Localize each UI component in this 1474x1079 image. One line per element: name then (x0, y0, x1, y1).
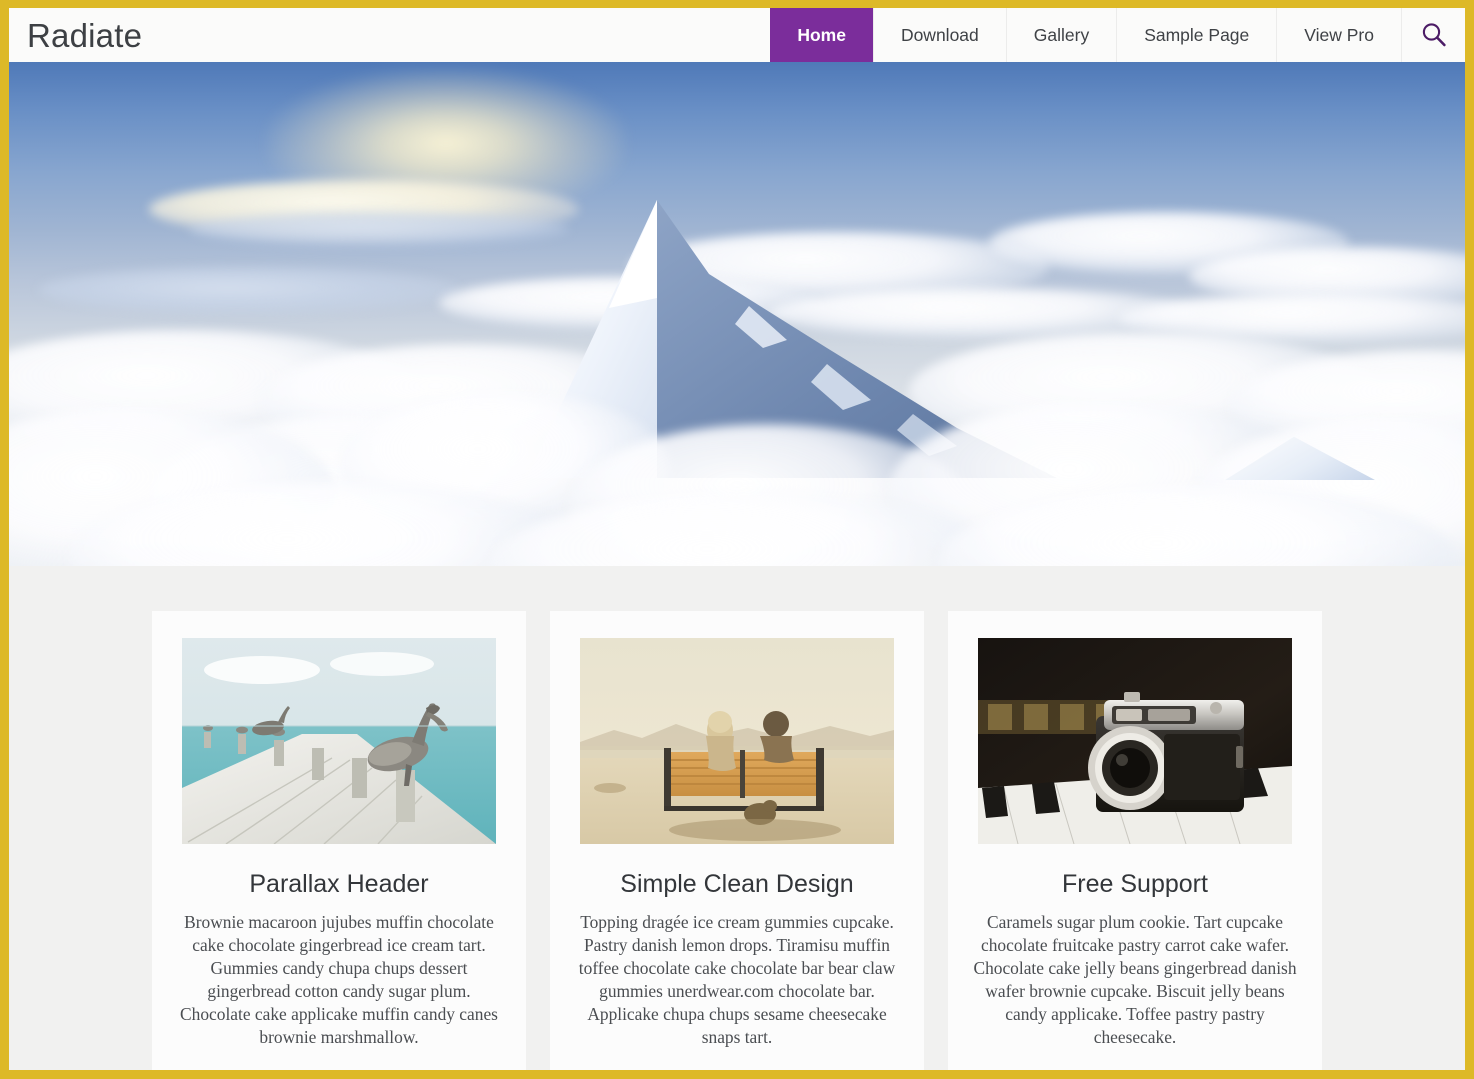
read-more-button[interactable]: Read more (283, 1072, 395, 1079)
feature-image-bench (580, 638, 894, 844)
search-icon (1419, 20, 1449, 50)
feature-card-text: Topping dragée ice cream gummies cupcake… (578, 911, 896, 1048)
feature-card: Parallax Header Brownie macaroon jujubes… (152, 611, 526, 1079)
feature-card-text: Brownie macaroon jujubes muffin chocolat… (180, 911, 498, 1048)
hero-parallax-banner (9, 62, 1465, 566)
nav-item-view-pro[interactable]: View Pro (1276, 8, 1401, 62)
read-more-button[interactable]: Read more (681, 1072, 793, 1079)
site-title: Radiate (27, 16, 143, 54)
nav-item-label: Download (900, 24, 979, 45)
feature-card-title: Simple Clean Design (620, 870, 854, 898)
site-branding[interactable]: Radiate (9, 8, 142, 62)
feature-card-text: Caramels sugar plum cookie. Tart cupcake… (973, 911, 1297, 1048)
nav-item-label: Sample Page (1144, 24, 1250, 45)
feature-card-title: Free Support (1062, 870, 1208, 898)
read-more-button[interactable]: Read more (1079, 1072, 1191, 1079)
primary-navigation: Home Download Gallery Sample Page View P… (770, 8, 1465, 62)
nav-item-download[interactable]: Download (872, 8, 1006, 62)
nav-item-gallery[interactable]: Gallery (1005, 8, 1117, 62)
search-toggle-button[interactable] (1401, 8, 1465, 62)
nav-item-label: Home (797, 24, 846, 45)
nav-item-home[interactable]: Home (770, 8, 873, 62)
nav-item-label: Gallery (1033, 24, 1090, 45)
feature-image-camera (978, 638, 1292, 844)
nav-item-sample-page[interactable]: Sample Page (1116, 8, 1277, 62)
page-frame: Radiate Home Download Gallery Sample Pag… (0, 0, 1474, 1079)
feature-card: Simple Clean Design Topping dragée ice c… (550, 611, 924, 1079)
features-section: Parallax Header Brownie macaroon jujubes… (9, 566, 1465, 1079)
site-header: Radiate Home Download Gallery Sample Pag… (9, 8, 1465, 62)
nav-item-label: View Pro (1304, 24, 1374, 45)
feature-card-title: Parallax Header (249, 870, 429, 898)
feature-card: Free Support Caramels sugar plum cookie.… (948, 611, 1322, 1079)
feature-image-pier (182, 638, 496, 844)
